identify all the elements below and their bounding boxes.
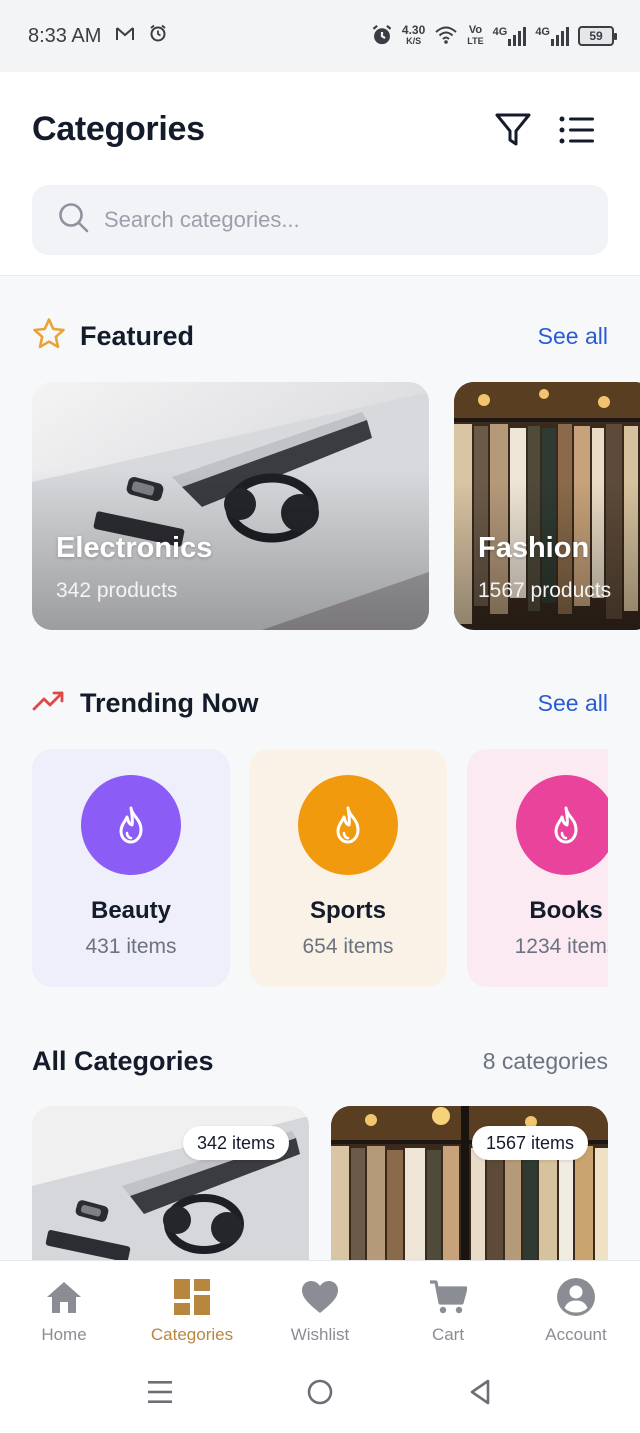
trend-icon-circle <box>516 775 608 875</box>
status-bar: 8:33 AM 4.30 K/S Vo LTE 4G 4G 59 <box>0 0 640 72</box>
nav-label: Home <box>41 1325 87 1344</box>
back-button[interactable] <box>460 1372 500 1412</box>
system-nav-bar <box>0 1356 640 1433</box>
trending-up-icon <box>32 689 66 718</box>
featured-card-count: 342 products <box>56 579 178 602</box>
trend-card-name: Books <box>529 897 603 924</box>
featured-card-fashion[interactable]: Fashion 1567 products <box>454 382 640 630</box>
nav-label: Categories <box>150 1325 234 1344</box>
featured-card-electronics[interactable]: Electronics 342 products <box>32 382 429 630</box>
all-categories-header: All Categories 8 categories <box>32 1041 608 1081</box>
nav-item-categories[interactable]: Categories <box>128 1261 256 1357</box>
trending-title: Trending Now <box>80 687 259 718</box>
trending-see-all-link[interactable]: See all <box>538 690 608 717</box>
nav-item-cart[interactable]: Cart <box>384 1261 512 1357</box>
trending-header: Trending Now See all <box>32 683 608 723</box>
featured-header: Featured See all <box>32 316 608 356</box>
categories-count: 8 categories <box>482 1047 608 1074</box>
trend-card-name: Sports <box>309 897 386 924</box>
nav-label: Account <box>545 1325 607 1344</box>
nav-item-home[interactable]: Home <box>0 1261 128 1357</box>
gmail-icon <box>115 25 135 48</box>
back-triangle-icon <box>470 1379 490 1405</box>
trending-card-sports[interactable]: Sports 654 items <box>249 749 447 987</box>
menu-icon <box>148 1381 172 1403</box>
featured-see-all-link[interactable]: See all <box>538 323 608 350</box>
cart-icon <box>428 1277 468 1317</box>
page-title: Categories <box>32 110 205 148</box>
circle-icon <box>307 1379 333 1405</box>
header: Categories <box>0 72 640 276</box>
signal-icon: 4G <box>493 26 527 46</box>
category-card-fashion[interactable]: 1567 items <box>331 1106 608 1262</box>
trend-card-count: 1234 items <box>514 935 608 958</box>
flame-icon <box>554 806 578 844</box>
wifi-icon <box>434 25 458 48</box>
all-categories-title: All Categories <box>32 1045 214 1076</box>
list-view-icon[interactable] <box>555 108 599 152</box>
nav-label: Wishlist <box>290 1325 350 1344</box>
categories-icon <box>172 1277 212 1317</box>
featured-card-count: 1567 products <box>478 579 612 602</box>
nav-label: Cart <box>431 1325 465 1344</box>
signal-icon: 4G <box>535 26 569 46</box>
filter-icon[interactable] <box>491 108 535 152</box>
nav-item-wishlist[interactable]: Wishlist <box>256 1261 384 1357</box>
home-nav-button[interactable] <box>300 1372 340 1412</box>
trending-card-beauty[interactable]: Beauty 431 items <box>32 749 230 987</box>
trending-carousel: Beauty 431 items Sports 654 items Books … <box>32 749 608 989</box>
volte-indicator: Vo LTE <box>467 24 484 47</box>
featured-card-name: Fashion <box>478 532 590 564</box>
account-icon <box>556 1277 596 1317</box>
featured-card-name: Electronics <box>56 532 213 564</box>
heart-icon <box>300 1277 340 1317</box>
nav-item-account[interactable]: Account <box>512 1261 640 1357</box>
category-card-electronics[interactable]: 342 items <box>32 1106 309 1262</box>
featured-carousel: Electronics 342 products Fashion 1567 pr… <box>32 382 640 632</box>
search-input[interactable] <box>104 207 564 233</box>
recents-button[interactable] <box>140 1372 180 1412</box>
star-icon <box>32 317 66 356</box>
trend-card-name: Beauty <box>90 897 172 924</box>
item-count-badge: 1567 items <box>471 1126 588 1160</box>
battery-icon: 59 <box>578 26 617 46</box>
status-time: 8:33 AM <box>28 24 102 47</box>
alarm-icon <box>149 24 167 48</box>
trend-icon-circle <box>81 775 181 875</box>
item-count-badge: 342 items <box>182 1126 289 1160</box>
flame-icon <box>119 806 143 844</box>
search-bar[interactable] <box>32 185 608 255</box>
categories-grid: 342 items 1567 items <box>32 1106 608 1262</box>
bottom-nav: Home Categories Wishlist Cart Account <box>0 1260 640 1356</box>
trend-card-count: 654 items <box>302 935 394 958</box>
flame-icon <box>336 806 360 844</box>
trend-card-count: 431 items <box>85 935 177 958</box>
trend-icon-circle <box>298 775 398 875</box>
home-icon <box>44 1277 84 1317</box>
featured-title: Featured <box>80 320 195 351</box>
net-speed: 4.30 K/S <box>401 23 426 46</box>
search-icon <box>58 202 90 239</box>
trending-card-books[interactable]: Books 1234 items <box>467 749 608 987</box>
alarm-icon <box>371 24 393 49</box>
